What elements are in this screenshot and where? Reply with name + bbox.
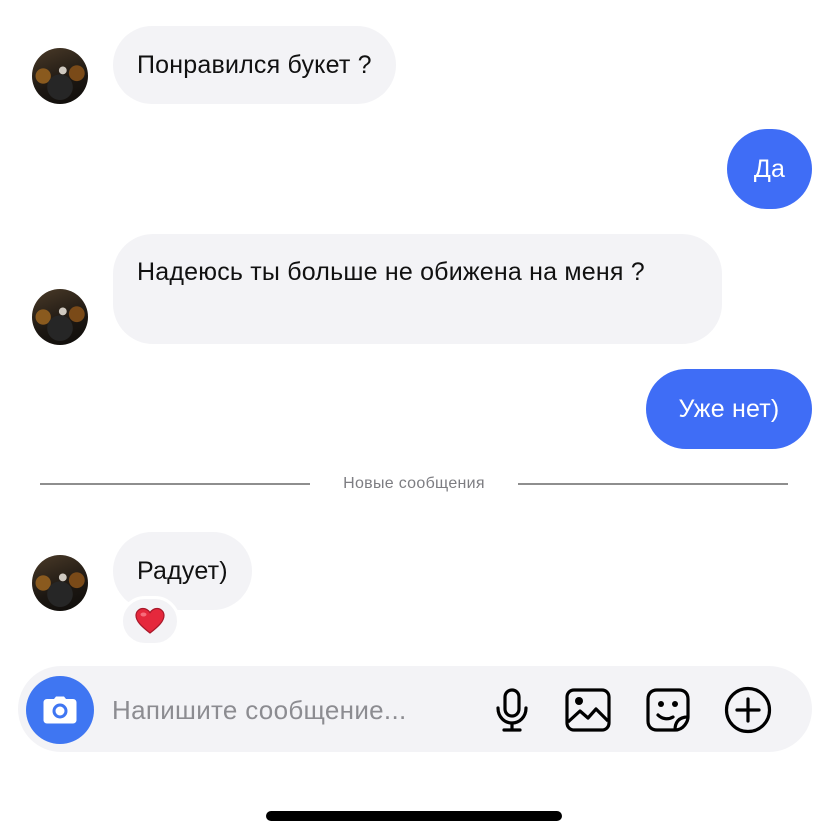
message-text: Понравился букет ? bbox=[137, 50, 372, 79]
message-bubble-outgoing[interactable]: Уже нет) bbox=[646, 369, 812, 449]
home-indicator[interactable] bbox=[266, 811, 562, 821]
message-input[interactable] bbox=[112, 690, 472, 730]
message-bubble-incoming[interactable]: Понравился букет ? bbox=[113, 26, 396, 104]
message-text: Да bbox=[753, 154, 786, 183]
gallery-button[interactable] bbox=[564, 686, 612, 734]
sender-avatar[interactable] bbox=[32, 48, 88, 104]
message-text: Надеюсь ты больше не обижена на меня ? bbox=[137, 258, 645, 286]
message-bubble-outgoing[interactable]: Да bbox=[727, 129, 812, 209]
camera-icon bbox=[43, 696, 77, 724]
microphone-icon bbox=[496, 688, 528, 732]
image-icon bbox=[565, 688, 611, 732]
sticker-button[interactable] bbox=[644, 686, 692, 734]
heart-reaction[interactable] bbox=[120, 596, 180, 646]
sticker-icon bbox=[646, 688, 690, 732]
message-text: Радует) bbox=[137, 556, 228, 585]
divider-line bbox=[518, 483, 788, 485]
divider-line bbox=[40, 483, 310, 485]
message-bubble-incoming[interactable]: Надеюсь ты больше не обижена на меня ? bbox=[113, 234, 722, 344]
camera-button[interactable] bbox=[26, 676, 94, 744]
message-text: Уже нет) bbox=[678, 394, 780, 423]
voice-message-button[interactable] bbox=[488, 686, 536, 734]
new-messages-label: Новые сообщения bbox=[343, 475, 485, 492]
heart-icon bbox=[135, 607, 165, 634]
plus-circle-icon bbox=[724, 686, 772, 734]
sender-avatar[interactable] bbox=[32, 555, 88, 611]
sender-avatar[interactable] bbox=[32, 289, 88, 345]
attach-more-button[interactable] bbox=[724, 686, 772, 734]
